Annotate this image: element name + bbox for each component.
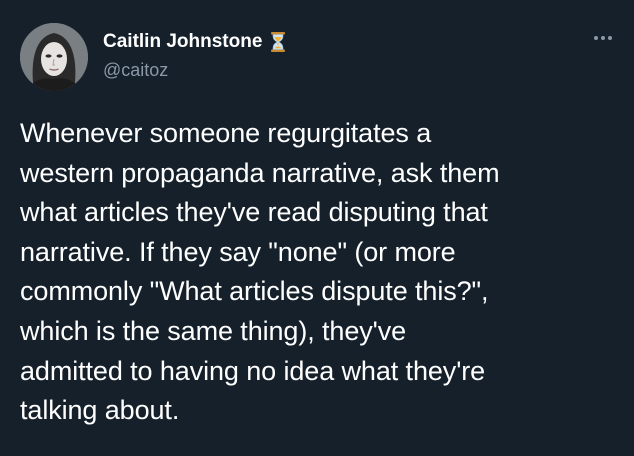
author-name-row[interactable]: Caitlin Johnstone (103, 31, 286, 53)
tweet-card: Caitlin Johnstone @caitoz Whenever someo… (0, 0, 634, 456)
tweet-text-line: Whenever someone regurgitates a (20, 118, 432, 148)
tweet-text: Whenever someone regurgitates a western … (20, 114, 620, 431)
tweet-text-line: which is the same thing), they've (20, 315, 407, 346)
tweet-text-line: admitted to having no idea what they're (20, 355, 486, 386)
author-name[interactable]: Caitlin Johnstone (103, 31, 262, 53)
more-options-icon (594, 36, 598, 40)
tweet-text-line: narrative. If they say "none" (or more (20, 236, 456, 267)
hourglass-icon (270, 31, 286, 53)
more-options-icon-dot (601, 36, 605, 40)
tweet-text-line: what articles they've read disputing tha… (20, 197, 488, 228)
more-options-button[interactable] (588, 28, 618, 48)
tweet-text-line: commonly "What articles dispute this?", (20, 276, 489, 307)
profile-photo-icon (20, 23, 88, 91)
tweet-text-line: talking about. (20, 395, 180, 426)
author-handle[interactable]: @caitoz (103, 60, 168, 81)
more-options-icon-dot (608, 36, 612, 40)
tweet-text-line: western propaganda narrative, ask them (20, 157, 500, 188)
avatar[interactable] (20, 23, 88, 91)
